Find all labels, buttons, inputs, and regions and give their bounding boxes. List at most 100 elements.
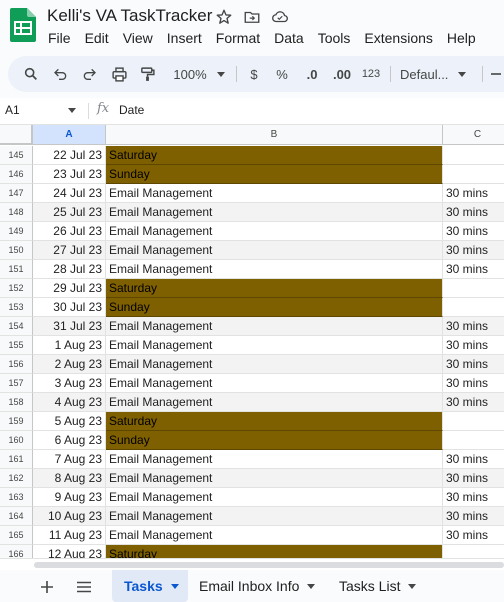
date-cell[interactable]: 25 Jul 23 [33,203,106,222]
decrease-decimal-button[interactable]: .0 [301,56,323,92]
task-cell[interactable]: Email Management [106,336,443,355]
currency-format-button[interactable]: $ [244,56,264,92]
task-cell[interactable]: Email Management [106,374,443,393]
sheet-grid[interactable]: A B C 145 22 Jul 23 Saturday 146 23 Jul 23 Su… [0,125,504,558]
row-header[interactable]: 156 [0,355,33,374]
menu-data[interactable]: Data [267,29,311,49]
task-cell[interactable]: Email Management [106,393,443,412]
row-header[interactable]: 145 [0,146,33,165]
time-cell[interactable]: 30 mins [443,469,504,488]
task-cell[interactable]: Email Management [106,317,443,336]
menu-view[interactable]: View [116,29,160,49]
date-cell[interactable]: 24 Jul 23 [33,184,106,203]
sheet-tab-tasks-list[interactable]: Tasks List [339,570,417,602]
task-cell[interactable]: Email Management [106,507,443,526]
menu-help[interactable]: Help [440,29,483,49]
time-cell[interactable]: 30 mins [443,374,504,393]
row-header[interactable]: 166 [0,545,33,558]
document-title[interactable]: Kelli's VA TaskTracker [47,6,212,26]
time-cell[interactable]: 30 mins [443,203,504,222]
time-cell[interactable]: 30 mins [443,317,504,336]
percent-format-button[interactable]: % [272,56,292,92]
task-cell[interactable]: Email Management [106,488,443,507]
time-cell[interactable]: 30 mins [443,526,504,545]
date-cell[interactable]: 3 Aug 23 [33,374,106,393]
task-cell[interactable]: Saturday [106,146,443,165]
time-cell[interactable]: 30 mins [443,450,504,469]
row-header[interactable]: 165 [0,526,33,545]
all-sheets-button[interactable] [73,576,95,598]
column-header-c[interactable]: C [443,125,504,145]
date-cell[interactable]: 30 Jul 23 [33,298,106,317]
date-cell[interactable]: 29 Jul 23 [33,279,106,298]
search-menus-button[interactable] [20,56,42,92]
paint-format-button[interactable] [136,56,158,92]
menu-file[interactable]: File [41,29,78,49]
task-cell[interactable]: Email Management [106,222,443,241]
row-header[interactable]: 157 [0,374,33,393]
redo-button[interactable] [78,56,100,92]
time-cell[interactable]: 30 mins [443,241,504,260]
task-cell[interactable]: Email Management [106,241,443,260]
row-header[interactable]: 158 [0,393,33,412]
time-cell[interactable] [443,412,504,431]
task-cell[interactable]: Email Management [106,260,443,279]
row-header[interactable]: 151 [0,260,33,279]
date-cell[interactable]: 7 Aug 23 [33,450,106,469]
chevron-down-icon[interactable] [68,108,76,113]
time-cell[interactable] [443,545,504,558]
time-cell[interactable] [443,279,504,298]
time-cell[interactable]: 30 mins [443,184,504,203]
task-cell[interactable]: Sunday [106,165,443,184]
time-cell[interactable] [443,431,504,450]
cloud-status-icon[interactable] [271,8,289,26]
time-cell[interactable] [443,165,504,184]
add-sheet-button[interactable] [36,576,58,598]
font-select[interactable]: Defaul... [400,56,478,92]
time-cell[interactable] [443,298,504,317]
sheets-logo-icon[interactable] [10,8,36,42]
date-cell[interactable]: 4 Aug 23 [33,393,106,412]
date-cell[interactable]: 8 Aug 23 [33,469,106,488]
task-cell[interactable]: Saturday [106,279,443,298]
date-cell[interactable]: 31 Jul 23 [33,317,106,336]
sheet-tab-tasks[interactable]: Tasks [112,570,188,602]
task-cell[interactable]: Saturday [106,412,443,431]
date-cell[interactable]: 28 Jul 23 [33,260,106,279]
date-cell[interactable]: 5 Aug 23 [33,412,106,431]
task-cell[interactable]: Email Management [106,203,443,222]
star-icon[interactable] [215,8,233,26]
date-cell[interactable]: 1 Aug 23 [33,336,106,355]
menu-format[interactable]: Format [209,29,267,49]
row-header[interactable]: 150 [0,241,33,260]
formula-input[interactable]: Date [119,103,144,117]
task-cell[interactable]: Email Management [106,526,443,545]
row-header[interactable]: 147 [0,184,33,203]
time-cell[interactable]: 30 mins [443,355,504,374]
row-header[interactable]: 164 [0,507,33,526]
select-all-corner[interactable] [0,125,33,145]
row-header[interactable]: 148 [0,203,33,222]
row-header[interactable]: 149 [0,222,33,241]
menu-extensions[interactable]: Extensions [357,29,439,49]
date-cell[interactable]: 26 Jul 23 [33,222,106,241]
row-header[interactable]: 163 [0,488,33,507]
row-header[interactable]: 162 [0,469,33,488]
row-header[interactable]: 160 [0,431,33,450]
date-cell[interactable]: 23 Jul 23 [33,165,106,184]
task-cell[interactable]: Sunday [106,431,443,450]
column-header-a[interactable]: A [33,125,106,145]
row-header[interactable]: 154 [0,317,33,336]
date-cell[interactable]: 10 Aug 23 [33,507,106,526]
time-cell[interactable]: 30 mins [443,222,504,241]
menu-tools[interactable]: Tools [311,29,358,49]
task-cell[interactable]: Saturday [106,545,443,558]
time-cell[interactable]: 30 mins [443,260,504,279]
font-size-decrease-button[interactable] [490,56,502,92]
date-cell[interactable]: 2 Aug 23 [33,355,106,374]
date-cell[interactable]: 12 Aug 23 [33,545,106,558]
task-cell[interactable]: Email Management [106,184,443,203]
print-button[interactable] [108,56,130,92]
more-formats-button[interactable]: 123 [359,56,383,92]
increase-decimal-button[interactable]: .00 [330,56,354,92]
